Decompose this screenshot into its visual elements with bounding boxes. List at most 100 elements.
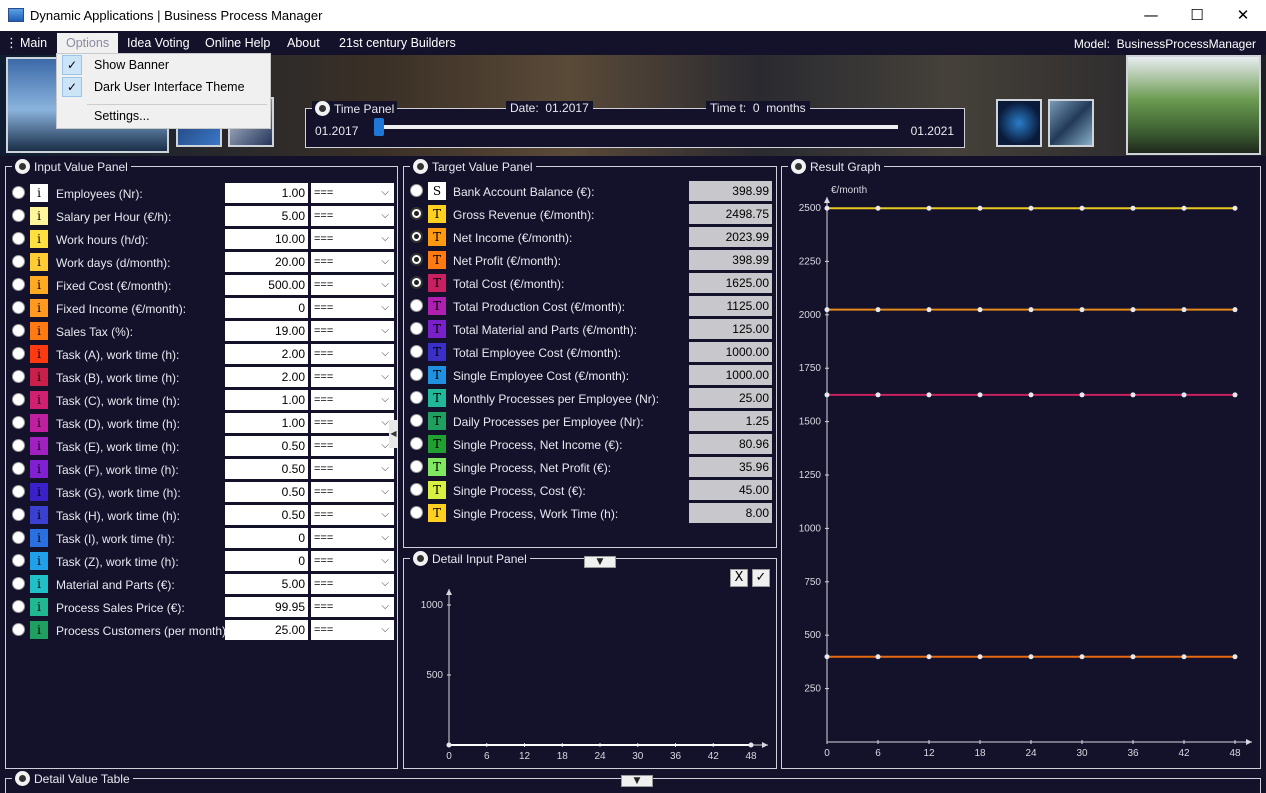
operator-select[interactable]: === ⌵ bbox=[311, 505, 394, 525]
collapse-panel-button[interactable]: ◀ bbox=[389, 420, 398, 448]
menu-item-dark-theme[interactable]: ✓ Dark User Interface Theme bbox=[57, 76, 270, 98]
operator-select[interactable]: === ⌵ bbox=[311, 344, 394, 364]
target-row-radio[interactable] bbox=[410, 391, 423, 404]
result-chart[interactable]: 0 6 12 18 24 30 36 42 48 250 500 750 1000 1250 1500 175… bbox=[782, 167, 1260, 768]
input-value-field[interactable]: 0.50 bbox=[225, 459, 308, 479]
gear-icon[interactable] bbox=[315, 101, 330, 116]
target-row-radio[interactable] bbox=[410, 299, 423, 312]
menu-options[interactable]: Options bbox=[57, 33, 119, 55]
operator-select[interactable]: === ⌵ bbox=[311, 183, 394, 203]
target-row-radio[interactable] bbox=[410, 368, 423, 381]
menu-idea-voting[interactable]: Idea Voting bbox=[127, 36, 190, 50]
target-row-radio[interactable] bbox=[410, 460, 423, 473]
input-value-field[interactable]: 20.00 bbox=[225, 252, 308, 272]
input-row-radio[interactable] bbox=[12, 508, 25, 521]
input-value-field[interactable]: 25.00 bbox=[225, 620, 308, 640]
input-row-radio[interactable] bbox=[12, 347, 25, 360]
input-row-radio[interactable] bbox=[12, 577, 25, 590]
operator-select[interactable]: === ⌵ bbox=[311, 459, 394, 479]
time-slider-thumb[interactable] bbox=[374, 118, 384, 136]
operator-select[interactable]: === ⌵ bbox=[311, 413, 394, 433]
menu-main[interactable]: Main bbox=[20, 36, 47, 50]
target-row-radio[interactable] bbox=[410, 322, 423, 335]
operator-select[interactable]: === ⌵ bbox=[311, 206, 394, 226]
target-row-radio[interactable] bbox=[410, 414, 423, 427]
input-value-field[interactable]: 500.00 bbox=[225, 275, 308, 295]
detail-table-dropdown-button[interactable]: ▼ bbox=[621, 775, 653, 787]
input-value-field[interactable]: 99.95 bbox=[225, 597, 308, 617]
input-value-field[interactable]: 1.00 bbox=[225, 390, 308, 410]
input-row-radio[interactable] bbox=[12, 485, 25, 498]
input-row-radio[interactable] bbox=[12, 531, 25, 544]
input-value-field[interactable]: 5.00 bbox=[225, 574, 308, 594]
operator-select[interactable]: === ⌵ bbox=[311, 229, 394, 249]
input-row-radio[interactable] bbox=[12, 416, 25, 429]
input-row-radio[interactable] bbox=[12, 186, 25, 199]
input-row-radio[interactable] bbox=[12, 278, 25, 291]
gear-icon[interactable] bbox=[15, 159, 30, 174]
menu-item-settings[interactable]: Settings... bbox=[57, 105, 270, 127]
input-row-radio[interactable] bbox=[12, 370, 25, 383]
input-value-field[interactable]: 0 bbox=[225, 528, 308, 548]
operator-select[interactable]: === ⌵ bbox=[311, 367, 394, 387]
menu-about[interactable]: About bbox=[287, 36, 320, 50]
target-row-radio[interactable] bbox=[410, 437, 423, 450]
input-row-radio[interactable] bbox=[12, 554, 25, 567]
input-value-field[interactable]: 0 bbox=[225, 551, 308, 571]
detail-input-chart[interactable]: 06121824303642485001000t bbox=[404, 559, 776, 768]
input-row-radio[interactable] bbox=[12, 439, 25, 452]
menu-item-show-banner[interactable]: ✓ Show Banner bbox=[57, 54, 270, 76]
operator-select[interactable]: === ⌵ bbox=[311, 482, 394, 502]
target-row-radio[interactable] bbox=[410, 483, 423, 496]
input-row-radio[interactable] bbox=[12, 600, 25, 613]
target-row-radio[interactable] bbox=[410, 345, 423, 358]
input-value-field[interactable]: 0.50 bbox=[225, 482, 308, 502]
input-value-field[interactable]: 5.00 bbox=[225, 206, 308, 226]
operator-select[interactable]: === ⌵ bbox=[311, 275, 394, 295]
input-value-field[interactable]: 2.00 bbox=[225, 367, 308, 387]
operator-select[interactable]: === ⌵ bbox=[311, 298, 394, 318]
input-value-field[interactable]: 19.00 bbox=[225, 321, 308, 341]
close-button[interactable]: ✕ bbox=[1220, 0, 1266, 31]
operator-select[interactable]: === ⌵ bbox=[311, 252, 394, 272]
operator-select[interactable]: === ⌵ bbox=[311, 620, 394, 640]
input-row-radio[interactable] bbox=[12, 393, 25, 406]
target-row-radio[interactable] bbox=[410, 253, 423, 266]
menu-21st-century-builders[interactable]: 21st century Builders bbox=[339, 36, 456, 50]
input-value-field[interactable]: 10.00 bbox=[225, 229, 308, 249]
input-row-radio[interactable] bbox=[12, 623, 25, 636]
operator-select[interactable]: === ⌵ bbox=[311, 551, 394, 571]
operator-select[interactable]: === ⌵ bbox=[311, 597, 394, 617]
menu-online-help[interactable]: Online Help bbox=[205, 36, 270, 50]
operator-select[interactable]: === ⌵ bbox=[311, 390, 394, 410]
input-value-field[interactable]: 1.00 bbox=[225, 183, 308, 203]
input-value-field[interactable]: 0.50 bbox=[225, 436, 308, 456]
target-row-radio[interactable] bbox=[410, 276, 423, 289]
more-menu-icon[interactable]: ⋮ bbox=[5, 35, 18, 51]
target-row-radio[interactable] bbox=[410, 207, 423, 220]
input-value-field[interactable]: 0 bbox=[225, 298, 308, 318]
banner-image-collage[interactable] bbox=[1048, 99, 1094, 147]
gear-icon[interactable] bbox=[15, 771, 30, 786]
input-row-radio[interactable] bbox=[12, 209, 25, 222]
target-row-radio[interactable] bbox=[410, 230, 423, 243]
input-row-radio[interactable] bbox=[12, 324, 25, 337]
input-row-radio[interactable] bbox=[12, 232, 25, 245]
operator-select[interactable]: === ⌵ bbox=[311, 321, 394, 341]
input-row-radio[interactable] bbox=[12, 301, 25, 314]
target-row-radio[interactable] bbox=[410, 184, 423, 197]
minimize-button[interactable]: — bbox=[1128, 0, 1174, 31]
operator-select[interactable]: === ⌵ bbox=[311, 574, 394, 594]
input-value-field[interactable]: 1.00 bbox=[225, 413, 308, 433]
target-row-radio[interactable] bbox=[410, 506, 423, 519]
input-value-field[interactable]: 2.00 bbox=[225, 344, 308, 364]
operator-select[interactable]: === ⌵ bbox=[311, 436, 394, 456]
time-slider-track[interactable] bbox=[378, 125, 898, 129]
gear-icon[interactable] bbox=[413, 159, 428, 174]
input-value-field[interactable]: 0.50 bbox=[225, 505, 308, 525]
operator-select[interactable]: === ⌵ bbox=[311, 528, 394, 548]
input-row-radio[interactable] bbox=[12, 255, 25, 268]
banner-image-globe[interactable] bbox=[996, 99, 1042, 147]
input-row-radio[interactable] bbox=[12, 462, 25, 475]
maximize-button[interactable]: ☐ bbox=[1174, 0, 1220, 31]
